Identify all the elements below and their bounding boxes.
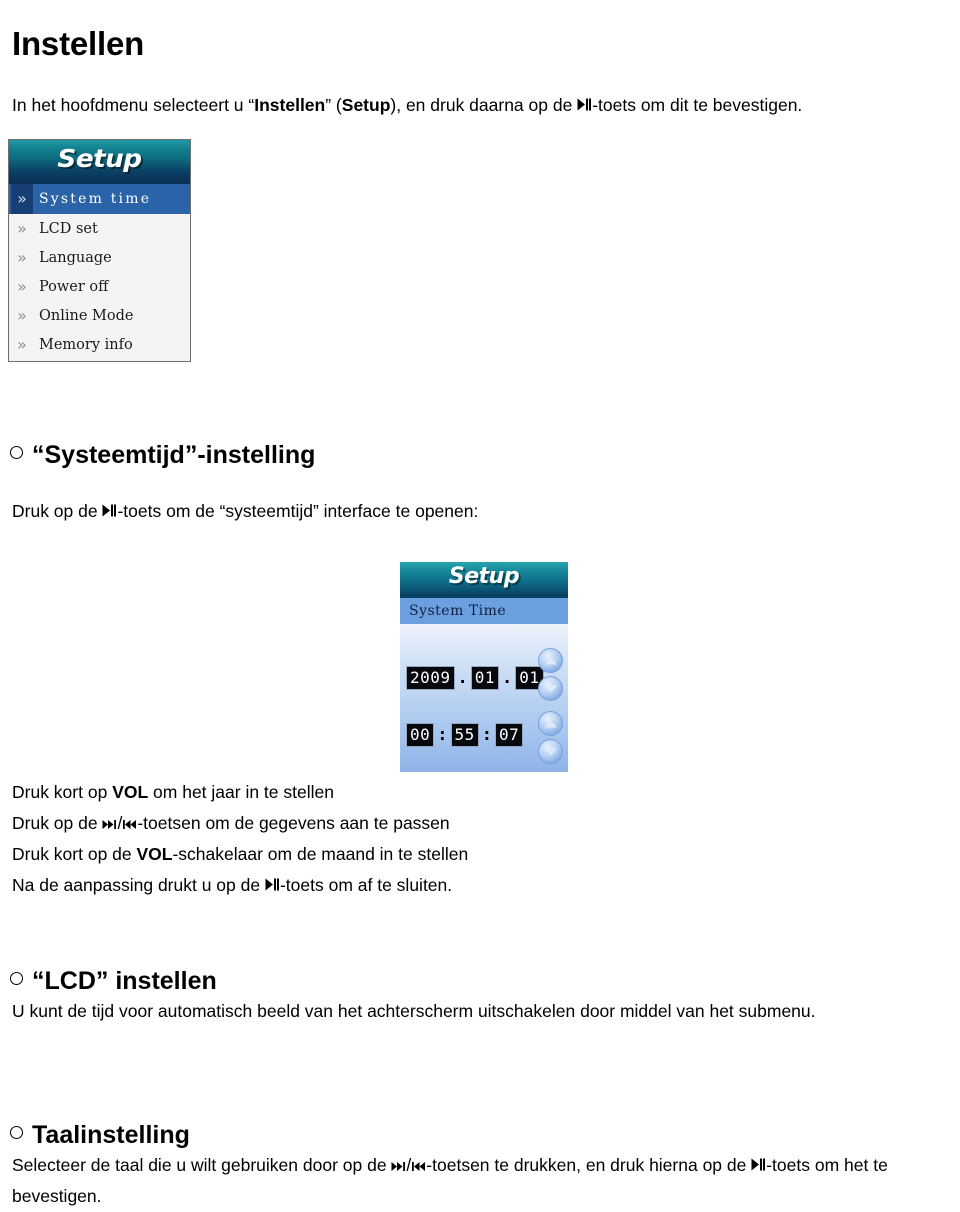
intro-bold-setup: Setup [341,95,391,115]
play-pause-key-icon [102,503,117,518]
device-screenshot-system-time: Setup System Time 2009 . 01 . 01 00 : 55… [400,562,568,772]
chevron-double-right-icon: » [17,248,27,267]
intro-text-part1: In het hoofdmenu selecteert u “ [12,95,255,115]
instruction-1-a: Druk kort op [12,782,113,802]
instruction-line-3: Druk kort op de VOL-schakelaar om de maa… [12,841,468,867]
second-value[interactable]: 07 [495,723,524,747]
intro-text-part3: ), en druk daarna op de [390,95,578,115]
chevron-double-right-icon: » [17,219,27,238]
skip-backward-key-icon [122,819,137,830]
system-time-body: 2009 . 01 . 01 00 : 55 : 07 [400,624,568,772]
instruction-2-b: -toetsen om de gegevens aan te passen [137,813,450,833]
systeemtijd-intro-before: Druk op de [12,501,103,521]
skip-forward-key-icon [391,1161,406,1172]
triangle-up-icon [544,720,557,727]
circle-bullet-icon [10,971,23,985]
time-down-arrow-icon[interactable] [538,739,563,764]
setup-logo-text: Setup [448,564,520,589]
instruction-line-4: Na de aanpassing drukt u op de -toets om… [12,872,452,898]
date-separator: . [502,668,513,688]
system-time-subtitle-text: System Time [409,603,507,619]
device-screenshot-setup-menu: Setup » System time » LCD set » Language… [8,139,191,362]
setup-menu-list: » System time » LCD set » Language » Pow… [9,184,190,359]
menu-item-memory-info[interactable]: » Memory info [9,330,190,359]
menu-item-language[interactable]: » Language [9,243,190,272]
system-time-subtitle-bar: System Time [400,598,568,624]
menu-item-label: Language [39,249,112,266]
menu-item-label: Memory info [39,336,133,353]
section-heading-text: “Systeemtijd”-instelling [32,440,316,469]
time-field-group[interactable]: 00 : 55 : 07 [406,723,524,747]
date-separator: . [457,668,468,688]
triangle-up-icon [544,657,557,664]
lcd-body-paragraph: U kunt de tijd voor automatisch beeld va… [12,1001,816,1021]
intro-paragraph: In het hoofdmenu selecteert u “Instellen… [12,92,958,118]
instruction-3-bold-vol: VOL [136,844,173,864]
date-down-arrow-icon[interactable] [538,676,563,701]
systeemtijd-intro-after: -toets om de “systeemtijd” interface te … [117,501,479,521]
system-time-screen-header: Setup [400,562,568,598]
taal-body-b: -toetsen te drukken, en druk hierna op d… [426,1155,752,1175]
menu-item-online-mode[interactable]: » Online Mode [9,301,190,330]
hour-value[interactable]: 00 [406,723,435,747]
instruction-4-a: Na de aanpassing drukt u op de [12,875,265,895]
menu-item-lcd-set[interactable]: » LCD set [9,214,190,243]
setup-screen-header: Setup [9,140,190,184]
year-value[interactable]: 2009 [406,666,455,690]
month-value[interactable]: 01 [470,666,500,690]
triangle-down-icon [544,685,557,692]
taalinstelling-body-paragraph: Selecteer de taal die u wilt gebruiken d… [12,1150,958,1212]
stepper-spacer [538,704,564,711]
play-pause-key-icon [577,97,592,112]
chevron-double-right-icon: » [17,306,27,325]
instruction-3-a: Druk kort op de [12,844,137,864]
time-separator: : [437,725,448,745]
instruction-3-b: -schakelaar om de maand in te stellen [172,844,469,864]
menu-item-power-off[interactable]: » Power off [9,272,190,301]
menu-item-label: LCD set [39,220,98,237]
document-page: Instellen In het hoofdmenu selecteert u … [0,0,960,1207]
minute-value[interactable]: 55 [450,723,479,747]
skip-forward-key-icon [102,819,117,830]
chevron-double-right-icon: » [11,184,33,214]
instruction-4-b: -toets om af te sluiten. [279,875,453,895]
instruction-1-b: om het jaar in te stellen [148,782,334,802]
page-title: Instellen [12,25,145,63]
systeemtijd-intro-line: Druk op de -toets om de “systeemtijd” in… [12,498,478,524]
intro-bold-instellen: Instellen [254,95,326,115]
setup-logo-text: Setup [57,144,142,173]
play-pause-key-icon [751,1157,766,1172]
instruction-line-1: Druk kort op VOL om het jaar in te stell… [12,779,334,805]
date-field-group[interactable]: 2009 . 01 . 01 [406,666,544,690]
play-pause-key-icon [265,877,280,892]
triangle-down-icon [544,748,557,755]
intro-text-part2: ” ( [325,95,342,115]
menu-item-label: Power off [39,278,109,295]
date-up-arrow-icon[interactable] [538,648,563,673]
taal-body-a: Selecteer de taal die u wilt gebruiken d… [12,1155,392,1175]
section-heading-text: “LCD” instellen [32,966,217,995]
time-separator: : [481,725,493,745]
circle-bullet-icon [10,1125,23,1139]
menu-item-label: System time [39,191,152,207]
circle-bullet-icon [10,445,23,459]
skip-backward-key-icon [411,1161,426,1172]
chevron-double-right-icon: » [17,277,27,296]
section-heading-lcd: “LCD” instellen [10,965,217,997]
section-heading-taalinstelling: Taalinstelling [10,1119,190,1151]
instruction-line-2: Druk op de / -toetsen om de gegevens aan … [12,810,450,836]
menu-item-label: Online Mode [39,307,134,324]
intro-text-part4: -toets om dit te bevestigen. [592,95,803,115]
section-heading-text: Taalinstelling [32,1120,190,1149]
instruction-2-a: Druk op de [12,813,103,833]
menu-item-system-time[interactable]: » System time [9,184,190,214]
chevron-double-right-icon: » [17,335,27,354]
instruction-1-bold-vol: VOL [112,782,149,802]
time-up-arrow-icon[interactable] [538,711,563,736]
stepper-button-group [538,648,564,767]
section-heading-systeemtijd: “Systeemtijd”-instelling [10,439,315,471]
